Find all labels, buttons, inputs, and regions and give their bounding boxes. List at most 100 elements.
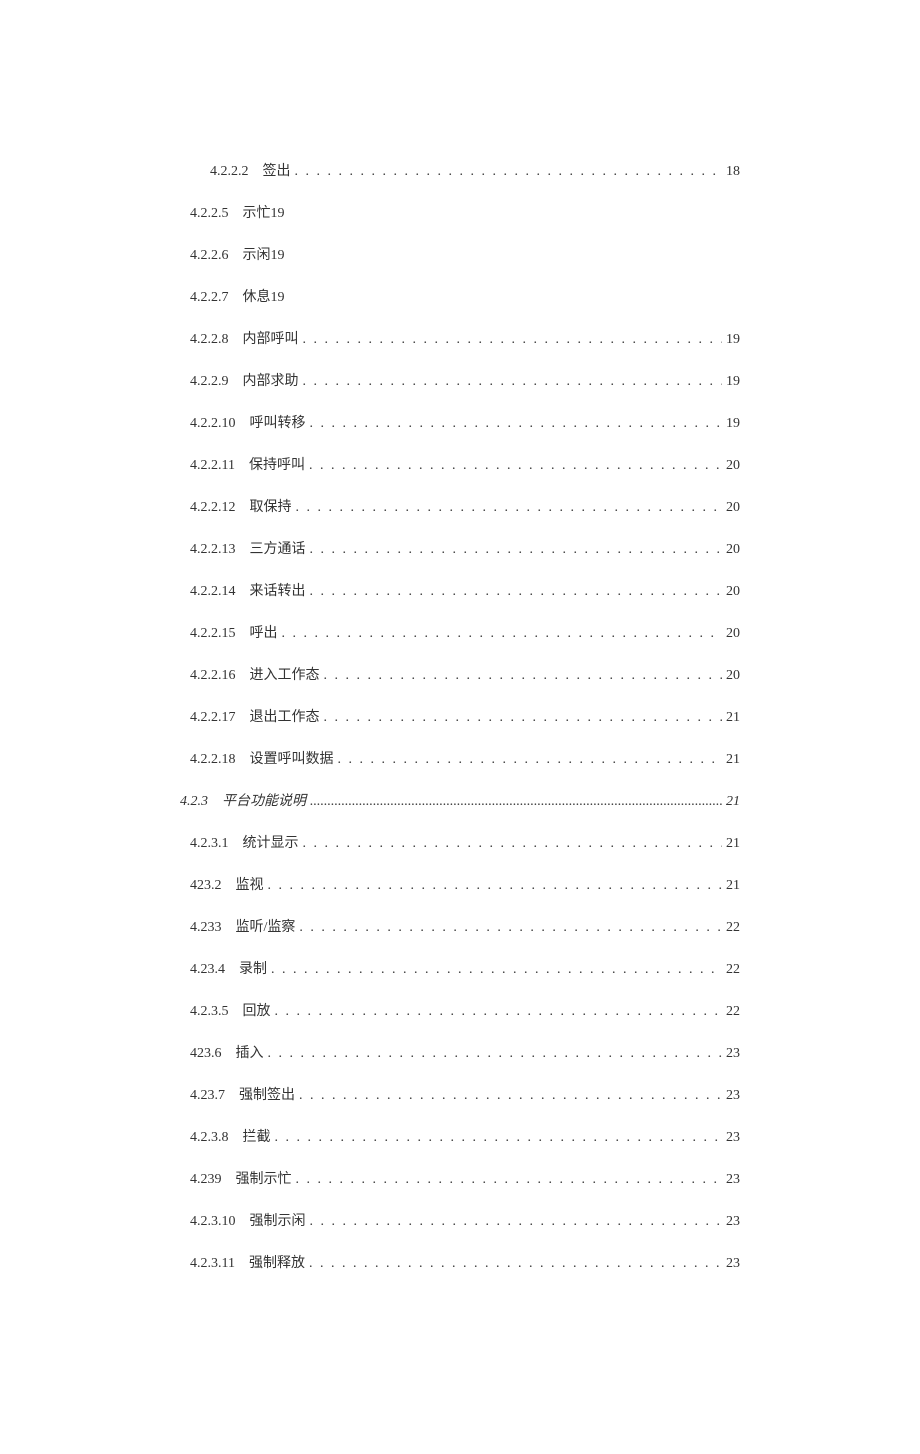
dot-leader xyxy=(303,836,723,852)
dot-leader xyxy=(309,458,722,474)
toc-entry-number: 4.2.2.8 xyxy=(190,332,229,348)
toc-entry-number: 4.2.2.6 xyxy=(190,248,229,264)
toc-entry-page: 22 xyxy=(726,1004,740,1020)
toc-entry-number: 4.2.2.10 xyxy=(190,416,236,432)
toc-entry-number: 4.239 xyxy=(190,1172,222,1188)
dot-leader xyxy=(296,500,723,516)
toc-entry-title: 保持呼叫 xyxy=(249,454,305,474)
toc-entry-title: 呼出 xyxy=(250,622,278,642)
toc-entry-page: 23 xyxy=(726,1046,740,1062)
toc-entry-number: 4.2.2.15 xyxy=(190,626,236,642)
dot-leader xyxy=(310,794,722,810)
toc-entry-number: 4.233 xyxy=(190,920,222,936)
toc-entry-number: 4.2.2.17 xyxy=(190,710,236,726)
toc-entry-page: 21 xyxy=(726,752,740,768)
table-of-contents: 4.2.2.2签出18 4.2.2.5 示忙19 4.2.2.6 示闲19 4.2.2.7… xyxy=(180,160,740,1272)
dot-leader xyxy=(303,332,723,348)
toc-entry[interactable]: 4.2.2.6 示闲19 xyxy=(180,244,740,264)
toc-entry[interactable]: 4.23.4录制22 xyxy=(180,958,740,978)
dot-leader xyxy=(299,1088,722,1104)
toc-entry[interactable]: 4.2.2.2签出18 xyxy=(180,160,740,180)
toc-entry-number: 4.2.3.10 xyxy=(190,1214,236,1230)
toc-entry[interactable]: 4.239强制示忙23 xyxy=(180,1168,740,1188)
toc-entry[interactable]: 4.2.3.11强制释放23 xyxy=(180,1252,740,1272)
toc-entry-title: 设置呼叫数据 xyxy=(250,748,334,768)
toc-entry-number: 423.6 xyxy=(190,1046,222,1062)
toc-entry-page: 23 xyxy=(726,1088,740,1104)
toc-entry-number: 4.2.2.5 xyxy=(190,206,229,222)
toc-entry-title: 示忙19 xyxy=(243,202,285,222)
toc-entry[interactable]: 4.2.2.8 内部呼叫 19 xyxy=(180,328,740,348)
toc-entry-title: 内部呼叫 xyxy=(243,328,299,348)
toc-entry[interactable]: 4.2.2.13 三方通话 20 xyxy=(180,538,740,558)
toc-entry[interactable]: 423.6 插入 23 xyxy=(180,1042,740,1062)
toc-entry[interactable]: 4.2.2.12 取保持 20 xyxy=(180,496,740,516)
dot-leader xyxy=(310,416,723,432)
toc-entry-title: 退出工作态 xyxy=(250,706,320,726)
toc-entry[interactable]: 4.2.2.7休息19 xyxy=(180,286,740,306)
toc-entry-number: 4.2.2.16 xyxy=(190,668,236,684)
toc-entry[interactable]: 4.2.3.1统计显示21 xyxy=(180,832,740,852)
toc-entry-page: 18 xyxy=(726,164,740,180)
toc-entry-title: 强制示忙 xyxy=(236,1168,292,1188)
toc-entry[interactable]: 4.2.2.9内部求助19 xyxy=(180,370,740,390)
toc-entry-page: 20 xyxy=(726,500,740,516)
toc-entry-number: 4.2.2.9 xyxy=(190,374,229,390)
toc-entry[interactable]: 4.2.3.8拦截23 xyxy=(180,1126,740,1146)
toc-entry-title: 插入 xyxy=(236,1042,264,1062)
toc-entry-title: 回放 xyxy=(243,1000,271,1020)
toc-entry-title: 三方通话 xyxy=(250,538,306,558)
dot-leader xyxy=(268,878,723,894)
dot-leader xyxy=(324,710,723,726)
toc-entry[interactable]: 4.2.2.14来话转出20 xyxy=(180,580,740,600)
toc-entry[interactable]: 423.2监视21 xyxy=(180,874,740,894)
toc-entry-number: 4.2.3.1 xyxy=(190,836,229,852)
dot-leader xyxy=(310,584,723,600)
toc-entry[interactable]: 4.2.2.17 退出工作态 21 xyxy=(180,706,740,726)
toc-entry-page: 21 xyxy=(726,794,740,810)
toc-entry-title: 强制释放 xyxy=(249,1252,305,1272)
toc-entry-number: 4.2.3.8 xyxy=(190,1130,229,1146)
toc-entry-title: 录制 xyxy=(239,958,267,978)
toc-entry[interactable]: 4.2.2.16进入工作态20 xyxy=(180,664,740,684)
toc-entry-page: 20 xyxy=(726,584,740,600)
toc-entry-number: 4.2.3.11 xyxy=(190,1256,235,1272)
toc-entry[interactable]: 4.2.2.15呼出20 xyxy=(180,622,740,642)
dot-leader xyxy=(295,164,723,180)
toc-entry-title: 拦截 xyxy=(243,1126,271,1146)
toc-entry[interactable]: 4.2.3平台功能说明21 xyxy=(180,790,740,810)
dot-leader xyxy=(324,668,723,684)
toc-entry[interactable]: 4.2.2.10呼叫转移19 xyxy=(180,412,740,432)
toc-entry[interactable]: 4.2.3.10强制示闲23 xyxy=(180,1210,740,1230)
toc-entry[interactable]: 4.2.2.18 设置呼叫数据 21 xyxy=(180,748,740,768)
toc-entry[interactable]: 4.23.7 强制签出 23 xyxy=(180,1084,740,1104)
dot-leader xyxy=(338,752,723,768)
dot-leader xyxy=(310,1214,723,1230)
toc-entry-page: 21 xyxy=(726,710,740,726)
dot-leader xyxy=(310,542,723,558)
toc-entry-page: 19 xyxy=(726,332,740,348)
toc-entry-title: 示闲19 xyxy=(243,244,285,264)
toc-entry-title: 强制示闲 xyxy=(250,1210,306,1230)
toc-entry-title: 取保持 xyxy=(250,496,292,516)
toc-entry-number: 4.23.7 xyxy=(190,1088,225,1104)
dot-leader xyxy=(268,1046,723,1062)
toc-entry-number: 4.2.2.12 xyxy=(190,500,236,516)
toc-entry[interactable]: 4.2.2.11 保持呼叫 20 xyxy=(180,454,740,474)
toc-entry[interactable]: 4.233监听/监察22 xyxy=(180,916,740,936)
toc-entry-page: 20 xyxy=(726,458,740,474)
toc-entry-title: 监视 xyxy=(236,874,264,894)
toc-entry[interactable]: 4.2.2.5 示忙19 xyxy=(180,202,740,222)
toc-entry-title: 强制签出 xyxy=(239,1084,295,1104)
toc-entry-number: 4.2.2.11 xyxy=(190,458,235,474)
toc-entry-number: 4.2.2.14 xyxy=(190,584,236,600)
toc-entry-title: 进入工作态 xyxy=(250,664,320,684)
toc-entry-page: 19 xyxy=(726,374,740,390)
toc-entry-page: 20 xyxy=(726,542,740,558)
toc-entry-number: 423.2 xyxy=(190,878,222,894)
toc-entry-number: 4.2.2.18 xyxy=(190,752,236,768)
toc-entry-number: 4.2.2.13 xyxy=(190,542,236,558)
toc-entry[interactable]: 4.2.3.5回放22 xyxy=(180,1000,740,1020)
dot-leader xyxy=(299,920,722,936)
dot-leader xyxy=(271,962,722,978)
